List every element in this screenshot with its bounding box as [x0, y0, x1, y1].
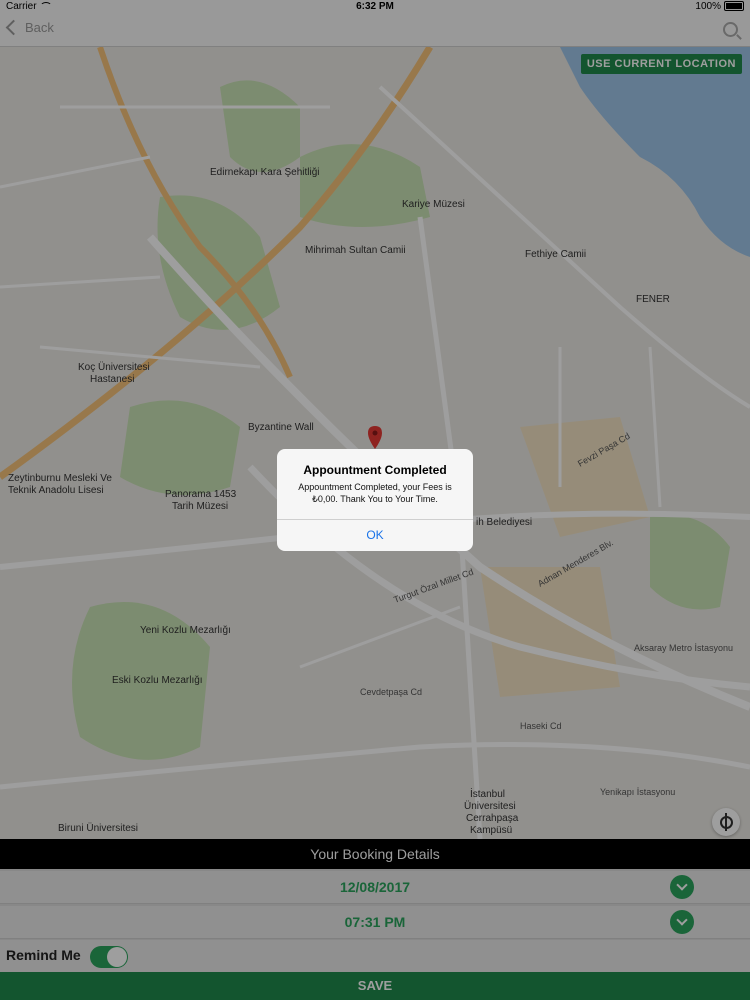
ok-button[interactable]: OK: [277, 519, 473, 551]
alert-title: Appountment Completed: [303, 463, 447, 477]
alert-dialog: Appountment Completed Appountment Comple…: [277, 449, 473, 551]
alert-message: Appountment Completed, your Fees is ₺0,0…: [298, 482, 452, 504]
